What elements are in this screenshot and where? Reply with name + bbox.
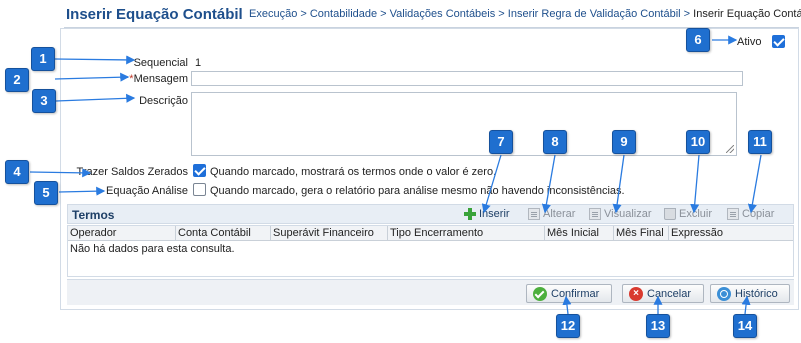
column-header[interactable]: Operador: [68, 226, 176, 241]
breadcrumb: Execução > Contabilidade > Validações Co…: [249, 8, 801, 20]
callout-badge: 5: [34, 181, 58, 205]
resize-grip-icon[interactable]: [726, 145, 734, 153]
copiar-label: Copiar: [742, 208, 775, 220]
edit-doc-icon: [528, 208, 540, 220]
callout-badge: 11: [748, 130, 772, 154]
check-circle-icon: [533, 286, 547, 301]
termos-grid: Operador Conta Contábil Superávit Financ…: [67, 225, 794, 277]
empty-message: Não há dados para esta consulta.: [70, 243, 235, 255]
saldos-checkbox[interactable]: [193, 164, 206, 177]
column-header[interactable]: Tipo Encerramento: [388, 226, 545, 241]
callout-badge: 7: [489, 130, 513, 154]
alterar-label: Alterar: [543, 208, 576, 220]
excluir-button[interactable]: Excluir: [664, 208, 712, 220]
inserir-label: Inserir: [479, 208, 510, 220]
breadcrumb-path[interactable]: Execução > Contabilidade > Validações Co…: [249, 8, 690, 20]
footer-bar: Confirmar × Cancelar Histórico: [67, 279, 794, 305]
callout-badge: 1: [31, 47, 55, 71]
callout-badge: 4: [5, 160, 29, 184]
cancelar-label: Cancelar: [647, 287, 692, 300]
plus-icon: [464, 208, 476, 220]
copy-doc-icon: [727, 208, 739, 220]
mensagem-label: *Mensagem: [61, 73, 188, 85]
form-panel: Ativo Sequencial 1 *Mensagem Descrição T…: [60, 28, 799, 310]
callout-badge: 14: [733, 314, 757, 338]
callout-badge: 6: [686, 28, 710, 52]
descricao-label: Descrição: [139, 95, 188, 107]
descricao-textarea[interactable]: [191, 92, 737, 156]
visualizar-button[interactable]: Visualizar: [589, 208, 652, 220]
column-header[interactable]: Expressão: [669, 226, 793, 241]
callout-badge: 2: [5, 68, 29, 92]
analise-help-text: Quando marcado, gera o relatório para an…: [210, 185, 625, 197]
breadcrumb-current: Inserir Equação Contábil: [693, 8, 801, 20]
sequencial-value: 1: [195, 57, 202, 69]
callout-badge: 12: [556, 314, 580, 338]
termos-toolbar: Termos Inserir Alterar Visualizar Exclui…: [67, 204, 794, 224]
excluir-label: Excluir: [679, 208, 713, 220]
column-header[interactable]: Superávit Financeiro: [271, 226, 388, 241]
page-header: Inserir Equação Contábil Execução > Cont…: [64, 4, 801, 28]
historico-button[interactable]: Histórico: [710, 284, 790, 303]
callout-badge: 10: [686, 130, 710, 154]
column-header[interactable]: Mês Final: [614, 226, 669, 241]
analise-checkbox[interactable]: [193, 183, 206, 196]
trash-icon: [664, 208, 676, 220]
ativo-label: Ativo: [737, 36, 762, 48]
sequencial-label: Sequencial: [133, 57, 188, 69]
callout-badge: 13: [646, 314, 670, 338]
visualizar-label: Visualizar: [604, 208, 652, 220]
x-circle-icon: ×: [629, 286, 643, 301]
history-icon: [717, 286, 731, 301]
inserir-button[interactable]: Inserir: [464, 208, 510, 220]
column-header[interactable]: Mês Inicial: [545, 226, 614, 241]
alterar-button[interactable]: Alterar: [528, 208, 575, 220]
copiar-button[interactable]: Copiar: [727, 208, 774, 220]
ativo-checkbox[interactable]: [772, 35, 785, 48]
column-header[interactable]: Conta Contábil: [176, 226, 271, 241]
cancelar-button[interactable]: × Cancelar: [622, 284, 704, 303]
callout-badge: 3: [32, 89, 56, 113]
saldos-help-text: Quando marcado, mostrará os termos onde …: [210, 166, 497, 178]
page-title: Inserir Equação Contábil: [66, 6, 243, 23]
termos-title: Termos: [72, 208, 115, 222]
view-doc-icon: [589, 208, 601, 220]
mensagem-label-text: Mensagem: [133, 73, 188, 85]
confirmar-button[interactable]: Confirmar: [526, 284, 612, 303]
historico-label: Histórico: [735, 287, 778, 300]
mensagem-input[interactable]: [191, 71, 743, 86]
analise-label: Equação Análise: [106, 185, 188, 197]
callout-badge: 9: [612, 130, 636, 154]
grid-header: Operador Conta Contábil Superávit Financ…: [68, 226, 793, 241]
confirmar-label: Confirmar: [551, 287, 600, 300]
saldos-label: Trazer Saldos Zerados: [76, 166, 188, 178]
callout-badge: 8: [543, 130, 567, 154]
